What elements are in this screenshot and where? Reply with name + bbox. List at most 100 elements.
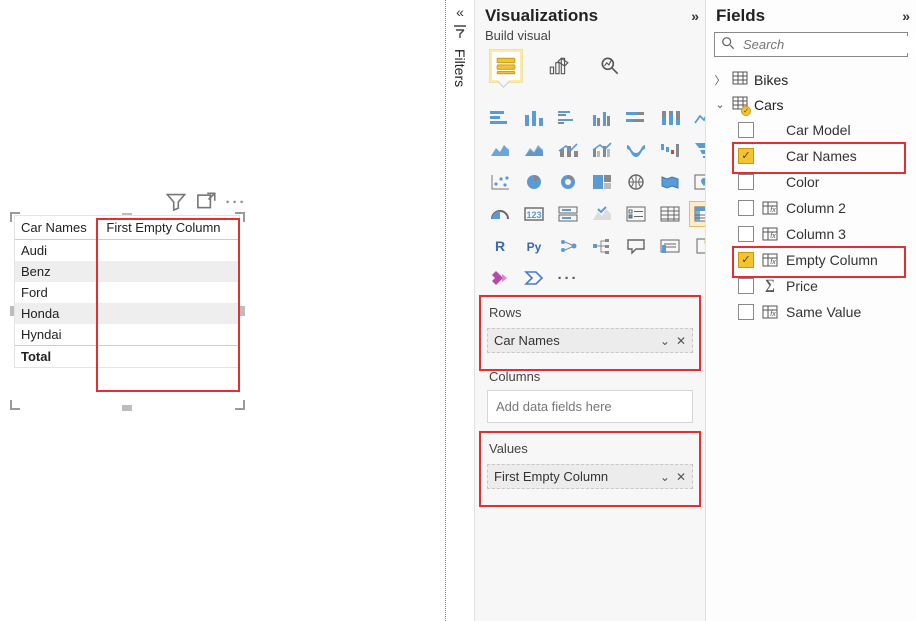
svg-text:123: 123 xyxy=(526,210,541,220)
viz-key-influencers-icon[interactable] xyxy=(553,233,583,259)
viz-clustered-bar-icon[interactable] xyxy=(553,105,583,131)
field-item[interactable]: fx Empty Column xyxy=(712,247,910,273)
cell[interactable] xyxy=(100,346,239,368)
field-label: Empty Column xyxy=(786,252,878,268)
matrix-visual[interactable]: Car Names First Empty Column Audi Benz F… xyxy=(15,216,239,367)
viz-area-icon[interactable] xyxy=(485,137,515,163)
more-options-icon[interactable]: ··· xyxy=(226,192,246,212)
field-item[interactable]: fx Column 3 xyxy=(712,221,910,247)
tab-analytics[interactable] xyxy=(593,49,627,83)
field-checkbox[interactable] xyxy=(738,278,754,294)
cell[interactable] xyxy=(100,282,239,303)
total-label[interactable]: Total xyxy=(15,346,100,368)
viz-card-icon[interactable]: 123 xyxy=(519,201,549,227)
chevron-down-icon[interactable]: ⌄ xyxy=(660,470,670,484)
cell[interactable] xyxy=(100,324,239,346)
remove-icon[interactable]: ✕ xyxy=(676,334,686,348)
viz-slicer-icon[interactable] xyxy=(621,201,651,227)
tab-format-visual[interactable] xyxy=(541,49,575,83)
viz-ribbon-icon[interactable] xyxy=(621,137,651,163)
cell[interactable] xyxy=(100,240,239,262)
field-item[interactable]: fx Same Value xyxy=(712,299,910,325)
viz-multi-row-card-icon[interactable] xyxy=(553,201,583,227)
viz-table-icon[interactable] xyxy=(655,201,685,227)
viz-stacked-area-icon[interactable] xyxy=(519,137,549,163)
cell[interactable]: Audi xyxy=(15,240,100,262)
calc-column-icon: fx xyxy=(762,227,778,241)
collapse-left-icon[interactable]: « xyxy=(456,4,464,20)
columns-placeholder[interactable]: Add data fields here xyxy=(488,391,692,422)
resize-handle[interactable] xyxy=(122,405,132,411)
viz-donut-icon[interactable] xyxy=(553,169,583,195)
viz-100-stacked-bar-icon[interactable] xyxy=(621,105,651,131)
viz-smart-narrative-icon[interactable] xyxy=(655,233,685,259)
expand-right-icon[interactable]: » xyxy=(902,8,906,24)
search-input[interactable] xyxy=(741,36,916,53)
chevron-down-icon[interactable]: ⌄ xyxy=(660,334,670,348)
values-well-chip[interactable]: First Empty Column ⌄ ✕ xyxy=(487,464,693,489)
viz-gauge-icon[interactable] xyxy=(485,201,515,227)
viz-stacked-bar-icon[interactable] xyxy=(485,105,515,131)
viz-kpi-icon[interactable] xyxy=(587,201,617,227)
viz-get-more-icon[interactable]: ··· xyxy=(553,265,583,291)
svg-text:Py: Py xyxy=(527,240,542,254)
column-header[interactable]: Car Names xyxy=(15,216,100,240)
viz-scatter-icon[interactable] xyxy=(485,169,515,195)
cell[interactable]: Benz xyxy=(15,261,100,282)
field-item[interactable]: fx Column 2 xyxy=(712,195,910,221)
cell[interactable]: Ford xyxy=(15,282,100,303)
viz-power-automate-icon[interactable] xyxy=(519,265,549,291)
field-checkbox[interactable] xyxy=(738,122,754,138)
resize-handle[interactable] xyxy=(239,306,245,316)
field-checkbox[interactable] xyxy=(738,200,754,216)
field-item[interactable]: Color xyxy=(712,169,910,195)
viz-clustered-column-icon[interactable] xyxy=(587,105,617,131)
field-checkbox[interactable] xyxy=(738,304,754,320)
viz-r-script-icon[interactable]: R xyxy=(485,233,515,259)
viz-line-clustered-icon[interactable] xyxy=(587,137,617,163)
field-checkbox[interactable] xyxy=(738,148,754,164)
viz-stacked-column-icon[interactable] xyxy=(519,105,549,131)
field-checkbox[interactable] xyxy=(738,174,754,190)
cell[interactable] xyxy=(100,261,239,282)
remove-icon[interactable]: ✕ xyxy=(676,470,686,484)
viz-line-stacked-icon[interactable] xyxy=(553,137,583,163)
resize-corner[interactable] xyxy=(235,400,245,410)
field-label: Same Value xyxy=(786,304,861,320)
viz-100-stacked-column-icon[interactable] xyxy=(655,105,685,131)
focus-mode-icon[interactable] xyxy=(196,192,216,212)
field-label: Color xyxy=(786,174,819,190)
field-item[interactable]: Car Names xyxy=(712,143,910,169)
viz-python-script-icon[interactable]: Py xyxy=(519,233,549,259)
expand-right-icon[interactable]: » xyxy=(691,8,695,24)
svg-text:R: R xyxy=(495,238,505,254)
viz-treemap-icon[interactable] xyxy=(587,169,617,195)
search-icon xyxy=(721,36,735,53)
viz-filled-map-icon[interactable] xyxy=(655,169,685,195)
report-canvas[interactable]: ··· Car Names First Empty Column Audi Be… xyxy=(0,0,445,621)
filters-pane-collapsed[interactable]: « Filters xyxy=(445,0,474,621)
cell[interactable]: Hyndai xyxy=(15,324,100,346)
field-item[interactable]: ∑ Price xyxy=(712,273,910,299)
field-item[interactable]: Car Model xyxy=(712,117,910,143)
viz-qa-icon[interactable] xyxy=(621,233,651,259)
cell[interactable] xyxy=(100,303,239,324)
viz-map-icon[interactable] xyxy=(621,169,651,195)
filter-rail-icon xyxy=(452,24,468,43)
column-header[interactable]: First Empty Column xyxy=(100,216,239,240)
field-checkbox[interactable] xyxy=(738,252,754,268)
viz-waterfall-icon[interactable] xyxy=(655,137,685,163)
build-visual-label: Build visual xyxy=(475,26,705,47)
table-icon xyxy=(732,71,748,88)
cell[interactable]: Honda xyxy=(15,303,100,324)
search-input-wrapper[interactable] xyxy=(714,32,908,57)
viz-pie-icon[interactable] xyxy=(519,169,549,195)
viz-power-apps-icon[interactable] xyxy=(485,265,515,291)
resize-corner[interactable] xyxy=(10,400,20,410)
viz-decomposition-tree-icon[interactable] xyxy=(587,233,617,259)
field-checkbox[interactable] xyxy=(738,226,754,242)
rows-well-chip[interactable]: Car Names ⌄ ✕ xyxy=(487,328,693,353)
table-node-cars[interactable]: ⌄ ✓ Cars xyxy=(712,92,910,117)
filter-icon[interactable] xyxy=(166,192,186,212)
table-node-bikes[interactable]: 〉 Bikes xyxy=(712,67,910,92)
